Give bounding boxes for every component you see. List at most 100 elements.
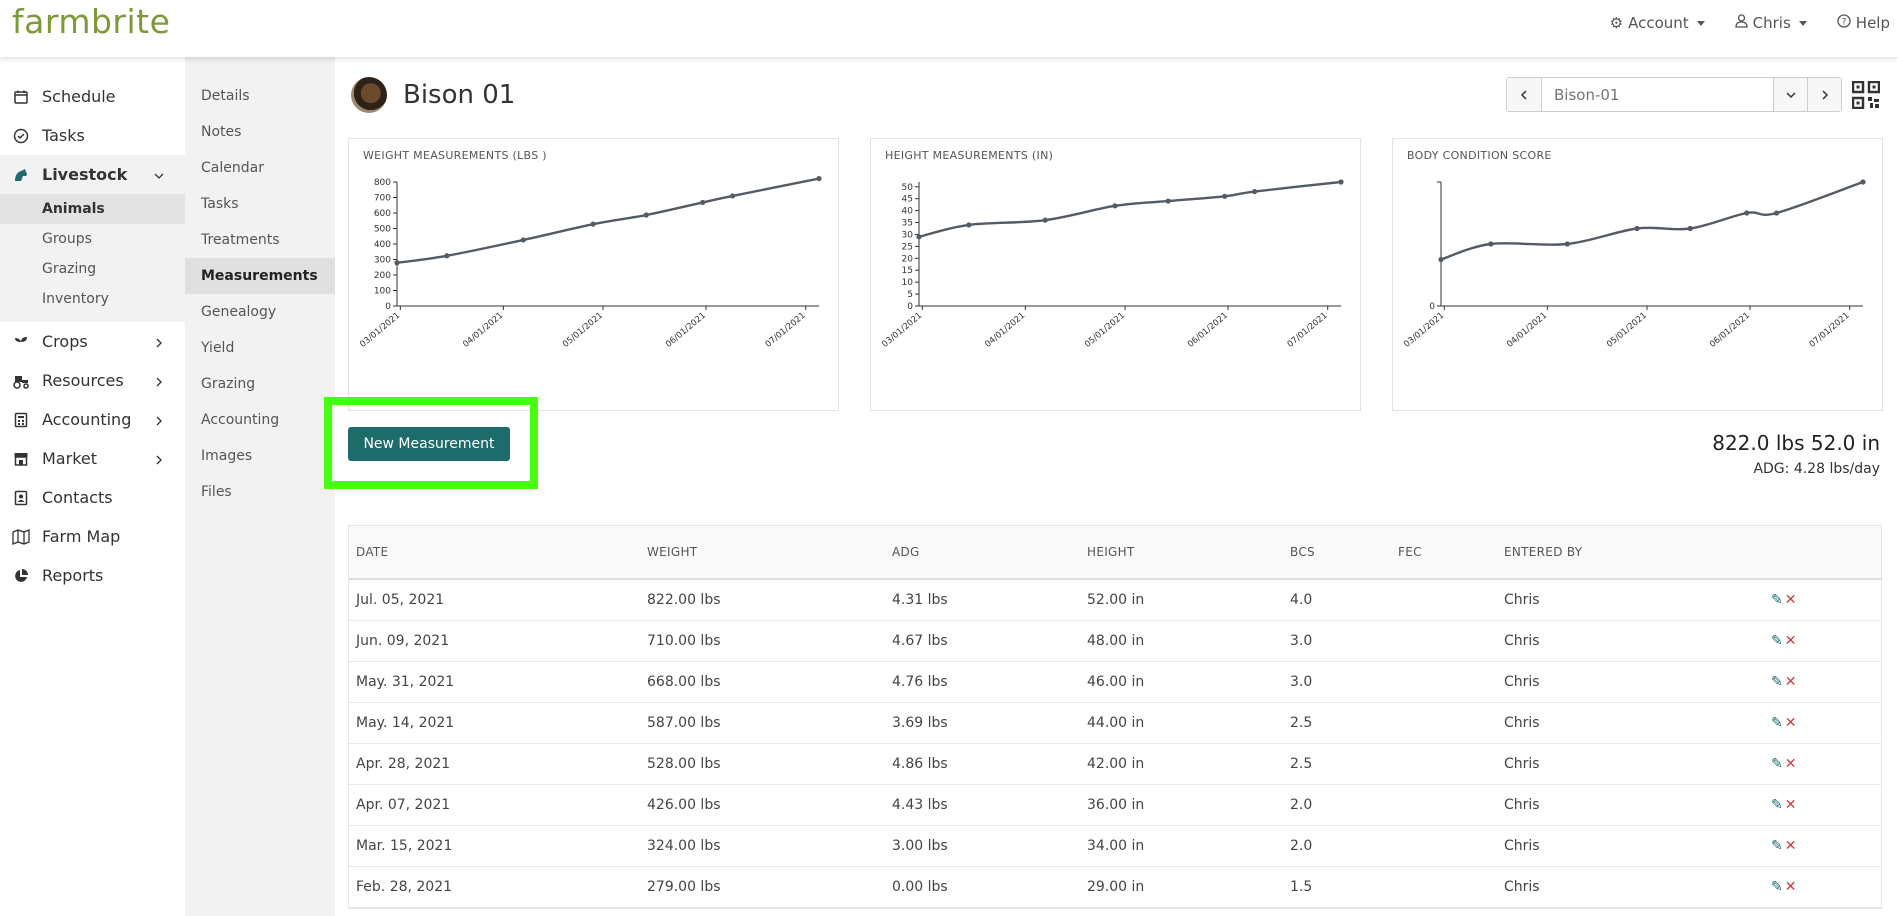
- data-point[interactable]: [1564, 241, 1570, 247]
- column-header-adg[interactable]: ADG: [885, 526, 1080, 579]
- edit-icon[interactable]: ✎: [1771, 592, 1783, 608]
- subnav-files[interactable]: Files: [185, 474, 335, 510]
- sidebar-item-schedule[interactable]: Schedule: [0, 77, 185, 116]
- sidebar-subitem-inventory[interactable]: Inventory: [0, 284, 185, 314]
- data-point[interactable]: [1438, 256, 1444, 263]
- column-header-fec[interactable]: FEC: [1391, 526, 1497, 579]
- row-actions: ✎ ✕: [1771, 797, 1796, 813]
- data-point[interactable]: [1338, 179, 1344, 185]
- sidebar-item-livestock[interactable]: Livestock: [0, 155, 185, 194]
- sidebar-item-resources[interactable]: Resources: [0, 361, 185, 400]
- data-point[interactable]: [1687, 225, 1693, 232]
- delete-icon[interactable]: ✕: [1785, 633, 1797, 649]
- new-measurement-button[interactable]: New Measurement: [348, 427, 510, 461]
- qr-code-button[interactable]: [1851, 80, 1881, 109]
- cell-entered-by: Chris: [1504, 878, 1540, 895]
- column-header-date[interactable]: DATE: [349, 526, 640, 579]
- subnav-treatments[interactable]: Treatments: [185, 222, 335, 258]
- column-header-entered-by[interactable]: ENTERED BY: [1497, 526, 1764, 579]
- delete-icon[interactable]: ✕: [1785, 879, 1797, 895]
- data-point[interactable]: [1042, 217, 1048, 223]
- cell-weight: 668.00 lbs: [647, 673, 721, 690]
- user-menu[interactable]: Chris: [1735, 14, 1807, 32]
- previous-animal-button[interactable]: [1507, 78, 1541, 111]
- delete-icon[interactable]: ✕: [1785, 838, 1797, 854]
- column-header-bcs[interactable]: BCS: [1283, 526, 1391, 579]
- account-menu[interactable]: ⚙ Account: [1610, 14, 1705, 32]
- subnav-genealogy[interactable]: Genealogy: [185, 294, 335, 330]
- cell-adg: 4.31 lbs: [892, 591, 948, 608]
- data-point[interactable]: [966, 222, 972, 228]
- row-actions: ✎ ✕: [1771, 674, 1796, 690]
- delete-icon[interactable]: ✕: [1785, 715, 1797, 731]
- animal-dropdown-button[interactable]: [1773, 78, 1807, 111]
- data-point[interactable]: [643, 212, 649, 218]
- subnav-tasks[interactable]: Tasks: [185, 186, 335, 222]
- edit-icon[interactable]: ✎: [1771, 838, 1783, 854]
- data-point[interactable]: [916, 234, 922, 240]
- delete-icon[interactable]: ✕: [1785, 756, 1797, 772]
- data-point[interactable]: [1222, 193, 1228, 199]
- contact-icon: [12, 489, 30, 507]
- data-point[interactable]: [730, 193, 736, 199]
- next-animal-button[interactable]: [1807, 78, 1841, 111]
- data-point[interactable]: [444, 253, 450, 259]
- data-point[interactable]: [1774, 210, 1780, 216]
- edit-icon[interactable]: ✎: [1771, 715, 1783, 731]
- data-point[interactable]: [520, 237, 526, 243]
- delete-icon[interactable]: ✕: [1785, 592, 1797, 608]
- edit-icon[interactable]: ✎: [1771, 756, 1783, 772]
- sidebar-item-crops[interactable]: Crops: [0, 322, 185, 361]
- animal-avatar[interactable]: [351, 77, 387, 113]
- data-point[interactable]: [590, 221, 596, 227]
- subnav-images[interactable]: Images: [185, 438, 335, 474]
- subnav-measurements[interactable]: Measurements: [185, 258, 335, 294]
- sidebar-item-market[interactable]: Market: [0, 439, 185, 478]
- data-point[interactable]: [1860, 179, 1866, 185]
- subnav-grazing[interactable]: Grazing: [185, 366, 335, 402]
- data-point[interactable]: [1112, 203, 1118, 209]
- delete-icon[interactable]: ✕: [1785, 674, 1797, 690]
- delete-icon[interactable]: ✕: [1785, 797, 1797, 813]
- y-tick-label: 40: [902, 207, 914, 217]
- table-row: Jun. 09, 2021 710.00 lbs 4.67 lbs 48.00 in 3…: [349, 620, 1881, 661]
- app-logo[interactable]: farmbrite: [12, 2, 170, 41]
- animal-select-input[interactable]: [1541, 78, 1773, 111]
- data-point[interactable]: [394, 260, 400, 266]
- edit-icon[interactable]: ✎: [1771, 674, 1783, 690]
- sidebar-item-tasks[interactable]: Tasks: [0, 116, 185, 155]
- data-point[interactable]: [1488, 241, 1494, 247]
- edit-icon[interactable]: ✎: [1771, 797, 1783, 813]
- column-header-height[interactable]: HEIGHT: [1080, 526, 1283, 579]
- data-point[interactable]: [816, 175, 822, 182]
- cell-fec: [1391, 620, 1497, 661]
- table-row: Apr. 28, 2021 528.00 lbs 4.86 lbs 42.00 in 2…: [349, 743, 1881, 784]
- sidebar-subitem-animals[interactable]: Animals: [0, 194, 185, 224]
- sprout-icon: [12, 333, 30, 351]
- sidebar-item-farm-map[interactable]: Farm Map: [0, 517, 185, 556]
- sidebar-item-accounting[interactable]: Accounting: [0, 400, 185, 439]
- subnav-notes[interactable]: Notes: [185, 114, 335, 150]
- edit-icon[interactable]: ✎: [1771, 633, 1783, 649]
- x-tick-label: 07/01/2021: [764, 311, 808, 350]
- x-tick-label: 04/01/2021: [983, 311, 1027, 350]
- cell-adg: 4.86 lbs: [892, 755, 948, 772]
- help-link[interactable]: ? Help: [1837, 14, 1890, 32]
- data-point[interactable]: [1252, 188, 1258, 195]
- data-point[interactable]: [1165, 198, 1171, 204]
- sidebar-subitem-grazing[interactable]: Grazing: [0, 254, 185, 284]
- data-point[interactable]: [1744, 210, 1750, 216]
- column-header-weight[interactable]: WEIGHT: [640, 526, 885, 579]
- sidebar-item-reports[interactable]: Reports: [0, 556, 185, 595]
- subnav-yield[interactable]: Yield: [185, 330, 335, 366]
- subnav-details[interactable]: Details: [185, 78, 335, 114]
- sidebar-item-contacts[interactable]: Contacts: [0, 478, 185, 517]
- cell-adg: 0.00 lbs: [892, 878, 948, 895]
- data-point[interactable]: [700, 199, 706, 206]
- data-point[interactable]: [1634, 225, 1640, 232]
- edit-icon[interactable]: ✎: [1771, 879, 1783, 895]
- subnav-calendar[interactable]: Calendar: [185, 150, 335, 186]
- sidebar-subitem-groups[interactable]: Groups: [0, 224, 185, 254]
- y-tick-label: 25: [902, 242, 913, 252]
- subnav-accounting[interactable]: Accounting: [185, 402, 335, 438]
